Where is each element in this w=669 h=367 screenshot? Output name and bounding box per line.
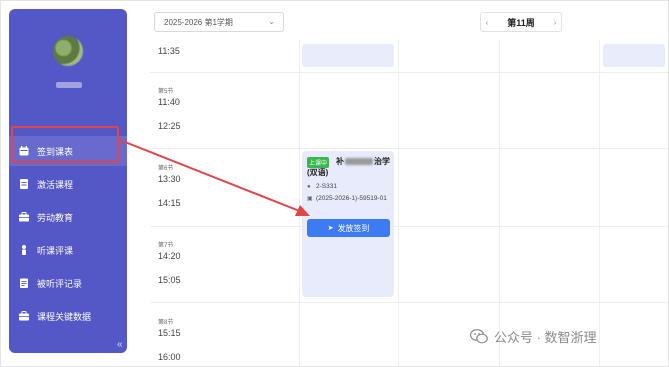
send-sign-in-button[interactable]: ➤ 发放签到 bbox=[307, 219, 390, 237]
slot-end-time: 15:05 bbox=[158, 275, 181, 285]
sidebar-item-label: 激活课程 bbox=[37, 179, 74, 190]
course-class-code: ▣ (2025-2026-1)-59519-01 bbox=[307, 195, 391, 203]
course-title-suffix: 治学 bbox=[374, 157, 390, 166]
course-room: ● 2-S331 bbox=[307, 183, 337, 191]
slot-name: 第7节 bbox=[158, 243, 174, 249]
wechat-icon bbox=[469, 329, 488, 344]
slot-end-time: 16:00 bbox=[158, 352, 181, 362]
watermark-text: 公众号 · 数智浙理 bbox=[494, 330, 597, 345]
term-select-value: 2025-2026 第1学期 bbox=[164, 17, 233, 27]
week-navigator: ‹ 第11周 › bbox=[480, 12, 562, 32]
slot-start-time: 14:20 bbox=[158, 251, 181, 261]
sidebar-item-label: 劳动教育 bbox=[37, 212, 74, 223]
time-slot: 第8节 15:15 16:00 bbox=[158, 317, 181, 362]
time-slot: 第6节 13:30 14:15 bbox=[158, 163, 181, 208]
course-title-prefix: 补 bbox=[336, 157, 344, 166]
sidebar-item-labor-education[interactable]: 劳动教育 bbox=[9, 202, 127, 232]
slot-name: 第6节 bbox=[158, 166, 174, 172]
briefcase-icon bbox=[19, 212, 29, 222]
prev-week-button[interactable]: ‹ bbox=[481, 18, 493, 27]
time-slot: 第5节 11:40 12:25 bbox=[158, 86, 181, 131]
slot-start-time: 11:40 bbox=[158, 97, 180, 107]
current-week-label: 第11周 bbox=[507, 17, 535, 28]
grid-column-line bbox=[499, 40, 500, 367]
slot-end-time: 12:25 bbox=[158, 121, 181, 131]
schedule-block[interactable] bbox=[603, 44, 665, 67]
slot-start-time: 15:15 bbox=[158, 328, 181, 338]
course-room-text: 2-S331 bbox=[316, 183, 337, 190]
chevron-down-icon: ⌄ bbox=[268, 17, 275, 26]
time-slot: 第7节 14:20 15:05 bbox=[158, 240, 181, 285]
avatar[interactable] bbox=[53, 36, 83, 66]
course-card[interactable]: 上课中 补治学 (双语) ● 2-S331 ▣ (2025-2026-1)-5951… bbox=[302, 151, 394, 297]
slot-name: 第5节 bbox=[158, 89, 174, 95]
sidebar-item-lecture-evaluation[interactable]: 听课评课 bbox=[9, 235, 127, 265]
grid-row-line bbox=[150, 226, 669, 227]
person-icon bbox=[19, 245, 29, 255]
sidebar-item-label: 听课评课 bbox=[37, 245, 74, 256]
slot-end-time: 14:15 bbox=[158, 198, 181, 208]
grid-column-line bbox=[398, 40, 399, 367]
term-select[interactable]: 2025-2026 第1学期 ⌄ bbox=[154, 12, 284, 32]
watermark: 公众号 · 数智浙理 bbox=[469, 327, 597, 346]
sidebar: 签到课表 激活课程 劳动教育 听课评课 被听评记录 课程关键数据 « bbox=[9, 9, 127, 353]
slot-name: 第8节 bbox=[158, 320, 174, 326]
document-icon bbox=[19, 179, 29, 189]
sidebar-item-label: 被听评记录 bbox=[37, 278, 83, 289]
location-pin-icon: ● bbox=[307, 184, 311, 190]
grid-column-line bbox=[599, 40, 600, 367]
sidebar-item-label: 课程关键数据 bbox=[37, 311, 92, 322]
briefcase-icon bbox=[19, 311, 29, 321]
course-title: 补 治学 (双语) bbox=[307, 156, 393, 178]
username-blurred bbox=[56, 82, 82, 88]
grid-row-line bbox=[150, 72, 669, 73]
sidebar-item-activate-course[interactable]: 激活课程 bbox=[9, 169, 127, 199]
slot-start-time: 13:30 bbox=[158, 174, 181, 184]
sidebar-item-evaluated-records[interactable]: 被听评记录 bbox=[9, 268, 127, 298]
slot-end-time: 11:35 bbox=[158, 46, 180, 56]
time-slot: 11:35 bbox=[158, 46, 180, 56]
collapse-sidebar-button[interactable]: « bbox=[117, 339, 123, 350]
grid-icon: ▣ bbox=[307, 196, 313, 202]
grid-column-line bbox=[299, 40, 300, 367]
course-title-blurred bbox=[345, 158, 373, 166]
course-class-code-text: (2025-2026-1)-59519-01 bbox=[316, 195, 387, 202]
clipboard-icon bbox=[19, 278, 29, 288]
send-sign-in-label: 发放签到 bbox=[337, 223, 370, 233]
grid-row-line bbox=[150, 148, 669, 149]
schedule-block[interactable] bbox=[302, 44, 394, 67]
annotation-highlight-box bbox=[11, 126, 119, 163]
course-title-line2: (双语) bbox=[307, 168, 329, 177]
grid-row-line bbox=[150, 302, 669, 303]
paper-plane-icon: ➤ bbox=[327, 225, 334, 232]
sidebar-item-course-key-data[interactable]: 课程关键数据 bbox=[9, 301, 127, 331]
next-week-button[interactable]: › bbox=[549, 18, 561, 27]
